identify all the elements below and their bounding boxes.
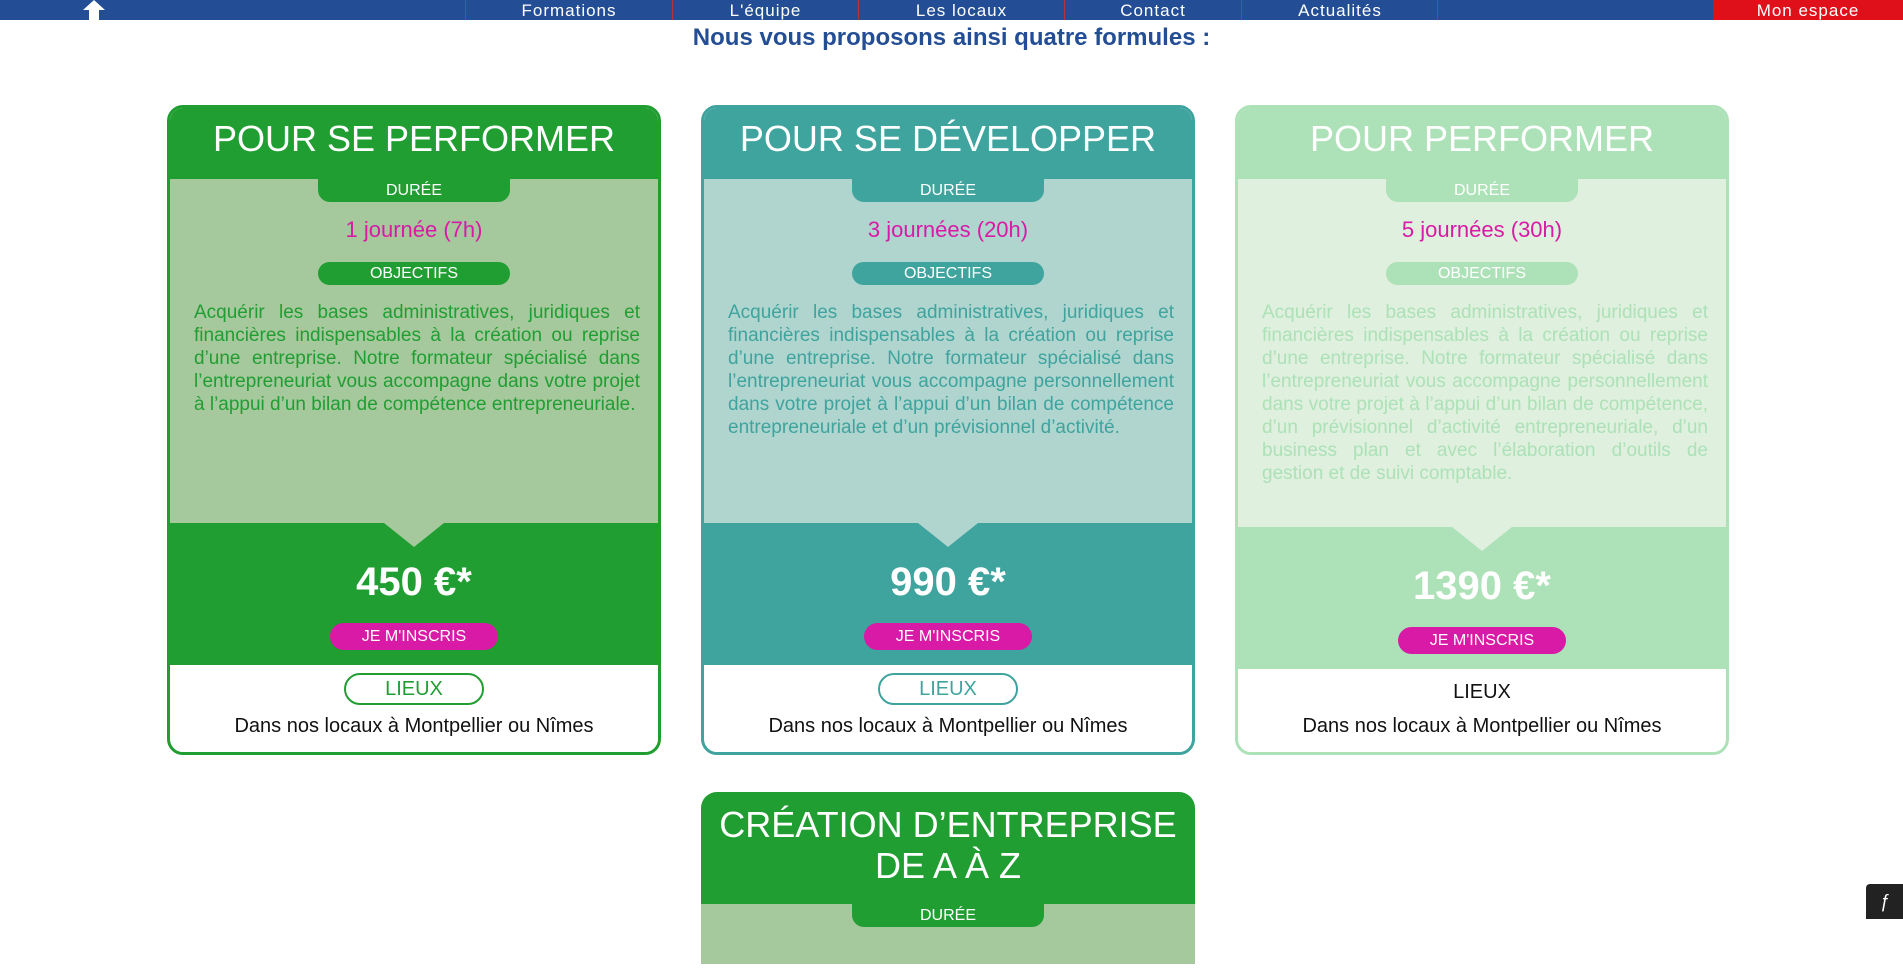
lieux-button[interactable]: LIEUX xyxy=(878,673,1018,705)
duree-label: DURÉE xyxy=(318,179,510,202)
home-icon[interactable] xyxy=(82,0,106,20)
objectifs-label: OBJECTIFS xyxy=(1386,262,1578,285)
inscription-button[interactable]: JE M'INSCRIS xyxy=(330,623,498,650)
notch-decoration xyxy=(1452,527,1512,551)
formula-card-performer-2: POUR PERFORMER DURÉE 5 journées (30h) OB… xyxy=(1235,105,1729,755)
card-body: DURÉE 3 journées (20h) OBJECTIFS Acquéri… xyxy=(704,179,1192,665)
duree-label: DURÉE xyxy=(1386,179,1578,202)
card-title-line-2: DE A À Z xyxy=(874,845,1022,886)
card-description: Acquérir les bases administratives, juri… xyxy=(728,302,1174,438)
lieux-label: LIEUX xyxy=(1453,681,1511,703)
price: 1390 €* xyxy=(1413,564,1551,608)
card-description: Acquérir les bases administratives, juri… xyxy=(194,302,640,415)
card-body: DURÉE 5 journées (30h) OBJECTIFS Acquéri… xyxy=(1238,179,1726,669)
duree-value: 1 journée (7h) xyxy=(345,217,483,242)
formula-card-developper: POUR SE DÉVELOPPER DURÉE 3 journées (20h… xyxy=(701,105,1195,755)
lieux-text: Dans nos locaux à Montpellier ou Nîmes xyxy=(234,715,594,737)
card-title-line-1: CRÉATION D’ENTREPRISE xyxy=(719,804,1177,845)
price: 990 €* xyxy=(890,560,1006,604)
notch-decoration xyxy=(918,523,978,547)
inscription-button[interactable]: JE M'INSCRIS xyxy=(864,623,1032,650)
section-headline: Nous vous proposons ainsi quatre formule… xyxy=(692,24,1211,51)
card-body: DURÉE xyxy=(701,904,1195,964)
nav-contact[interactable]: Contact xyxy=(1064,0,1241,20)
card-title: CRÉATION D’ENTREPRISE DE A À Z xyxy=(701,792,1195,904)
card-title: POUR SE PERFORMER xyxy=(170,108,658,179)
duree-value: 5 journées (30h) xyxy=(1401,217,1563,242)
duree-value: 3 journées (20h) xyxy=(867,217,1029,242)
nav-divider xyxy=(1437,0,1438,20)
symfony-icon[interactable]: ƒ xyxy=(1866,884,1903,919)
inscription-button[interactable]: JE M'INSCRIS xyxy=(1398,627,1566,654)
nav-actualites[interactable]: Actualités xyxy=(1241,0,1438,20)
card-description: Acquérir les bases administratives, juri… xyxy=(1262,302,1708,484)
formula-card-performer-1: POUR SE PERFORMER DURÉE 1 journée (7h) O… xyxy=(167,105,661,755)
duree-label: DURÉE xyxy=(852,179,1044,202)
top-navigation: Formations L'équipe Les locaux Contact A… xyxy=(0,0,1903,20)
mon-espace-button[interactable]: Mon espace xyxy=(1713,0,1903,20)
nav-formations[interactable]: Formations xyxy=(465,0,672,20)
price-band: 990 €* JE M'INSCRIS xyxy=(704,523,1192,665)
lieux-button[interactable]: LIEUX xyxy=(344,673,484,705)
price-band: 450 €* JE M'INSCRIS xyxy=(170,523,658,665)
lieux-text: Dans nos locaux à Montpellier ou Nîmes xyxy=(768,715,1128,737)
nav-equipe[interactable]: L'équipe xyxy=(672,0,858,20)
price-band: 1390 €* JE M'INSCRIS xyxy=(1238,527,1726,669)
notch-decoration xyxy=(384,523,444,547)
objectifs-label: OBJECTIFS xyxy=(318,262,510,285)
lieux-text: Dans nos locaux à Montpellier ou Nîmes xyxy=(1302,715,1662,737)
card-title: POUR PERFORMER xyxy=(1238,108,1726,179)
card-title: POUR SE DÉVELOPPER xyxy=(704,108,1192,179)
card-body: DURÉE 1 journée (7h) OBJECTIFS Acquérir … xyxy=(170,179,658,665)
duree-label: DURÉE xyxy=(852,904,1044,927)
price: 450 €* xyxy=(356,560,472,604)
nav-locaux[interactable]: Les locaux xyxy=(858,0,1064,20)
formula-card-creation: CRÉATION D’ENTREPRISE DE A À Z DURÉE xyxy=(701,792,1195,972)
objectifs-label: OBJECTIFS xyxy=(852,262,1044,285)
